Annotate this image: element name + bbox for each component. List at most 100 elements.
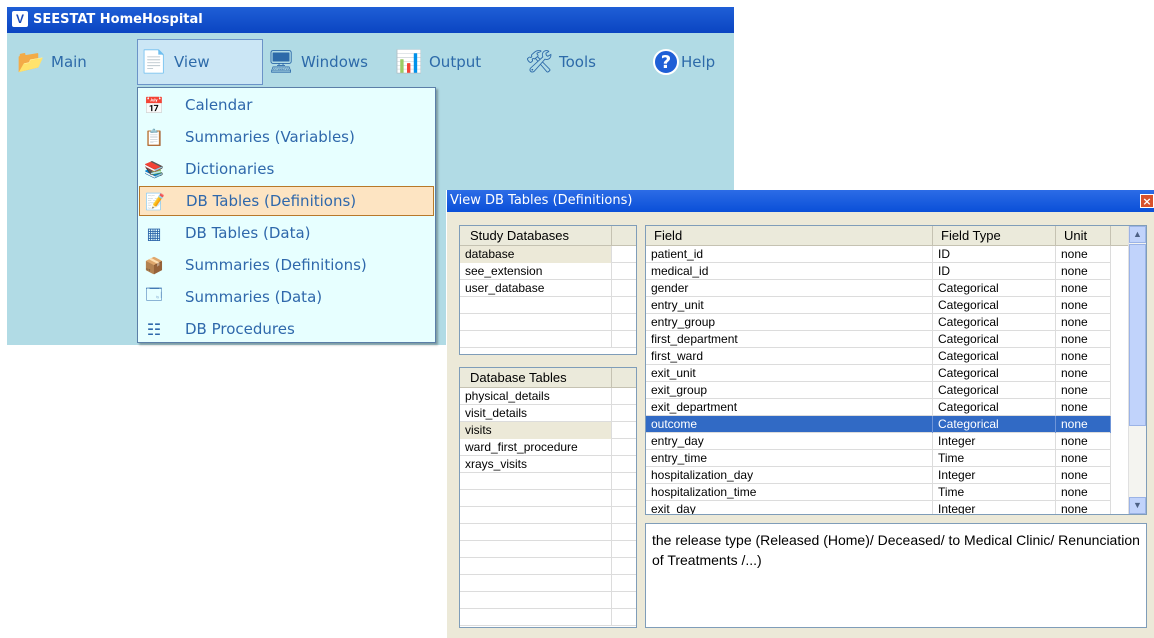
list-item-label: database [460,246,612,263]
table-row[interactable]: hospitalization_day Integer none [646,467,1111,484]
list-item[interactable]: ward_first_procedure [460,439,636,456]
view-menu-item[interactable]: 📋 Summaries (Variables) [139,122,434,152]
menu-label: Main [51,53,87,71]
field-name-cell: entry_time [646,450,933,467]
list-item-label: xrays_visits [460,456,612,473]
view-menu-item-label: Summaries (Definitions) [185,256,367,274]
column-header-unit[interactable]: Unit [1056,226,1111,246]
view-menu-item[interactable]: 📅 Calendar [139,90,434,120]
list-item-label: user_database [460,280,612,297]
list-item[interactable]: physical_details [460,388,636,405]
view-menu-item[interactable]: 📝 DB Tables (Definitions) [139,186,434,216]
database-tables-header: Database Tables [460,368,636,388]
table-row[interactable]: exit_unit Categorical none [646,365,1111,382]
table-row[interactable]: entry_group Categorical none [646,314,1111,331]
close-icon[interactable]: × [1140,194,1154,208]
list-item [460,331,636,348]
field-unit-cell: none [1056,280,1111,297]
table-row[interactable]: patient_id ID none [646,246,1111,263]
field-unit-cell: none [1056,263,1111,280]
menu-label: View [174,53,210,71]
table-row[interactable]: medical_id ID none [646,263,1111,280]
menu-tools[interactable]: 🛠 Tools [523,39,623,85]
view-menu-item[interactable]: ▦ DB Tables (Data) [139,218,434,248]
view-db-tables-dialog: View DB Tables (Definitions) × Study Dat… [446,190,1154,638]
field-type-cell: Integer [933,501,1056,514]
field-name-cell: outcome [646,416,933,433]
table-row[interactable]: first_ward Categorical none [646,348,1111,365]
menu-view[interactable]: 📄 View [137,39,263,85]
field-description-box[interactable]: the release type (Released (Home)/ Decea… [645,523,1147,628]
view-menu-item-label: Calendar [185,96,253,114]
list-item-label [460,314,612,331]
menu-windows[interactable]: 🖥 Windows [265,39,385,85]
table-row[interactable]: exit_department Categorical none [646,399,1111,416]
table-row[interactable]: entry_time Time none [646,450,1111,467]
list-item [460,314,636,331]
field-name-cell: hospitalization_time [646,484,933,501]
field-unit-cell: none [1056,433,1111,450]
study-databases-list[interactable]: Study Databases database see_extension use… [459,225,637,355]
list-item-label [460,592,612,609]
field-name-cell: first_department [646,331,933,348]
fields-table[interactable]: Field Field Type Unit patient_id ID none me… [645,225,1147,515]
list-item[interactable]: xrays_visits [460,456,636,473]
summaries-definitions-icon: 📦 [144,255,164,275]
view-menu-item-label: DB Tables (Definitions) [186,192,357,210]
list-item[interactable]: visits [460,422,636,439]
view-menu-item[interactable]: 📚 Dictionaries [139,154,434,184]
view-menu-item-label: DB Procedures [185,320,295,338]
list-item-label [460,473,612,490]
table-row[interactable]: hospitalization_time Time none [646,484,1111,501]
column-header-field-type[interactable]: Field Type [933,226,1056,246]
database-tables-list[interactable]: Database Tables physical_details visit_de… [459,367,637,628]
list-item[interactable]: visit_details [460,405,636,422]
field-unit-cell: none [1056,365,1111,382]
view-menu-item[interactable]: 🗔 Summaries (Data) [139,282,434,312]
field-unit-cell: none [1056,484,1111,501]
list-item[interactable]: see_extension [460,263,636,280]
table-row[interactable]: entry_day Integer none [646,433,1111,450]
field-name-cell: patient_id [646,246,933,263]
field-type-cell: Categorical [933,297,1056,314]
menu-main[interactable]: 📂 Main [15,39,125,85]
list-item[interactable]: user_database [460,280,636,297]
scroll-down-icon[interactable]: ▼ [1129,497,1146,514]
table-row[interactable]: entry_unit Categorical none [646,297,1111,314]
list-item [460,558,636,575]
view-menu-item[interactable]: 📦 Summaries (Definitions) [139,250,434,280]
list-item[interactable]: database [460,246,636,263]
column-header-field[interactable]: Field [646,226,933,246]
field-name-cell: exit_department [646,399,933,416]
table-row[interactable]: exit_group Categorical none [646,382,1111,399]
field-unit-cell: none [1056,416,1111,433]
scroll-thumb[interactable] [1129,244,1146,426]
list-item [460,609,636,626]
view-menu-item[interactable]: ☷ DB Procedures [139,314,434,344]
field-unit-cell: none [1056,399,1111,416]
study-databases-header-label: Study Databases [460,226,612,246]
table-row[interactable]: gender Categorical none [646,280,1111,297]
table-row[interactable]: exit_day Integer none [646,501,1111,514]
table-row[interactable]: first_department Categorical none [646,331,1111,348]
view-document-icon: 📄 [140,49,168,75]
menu-output[interactable]: 📊 Output [393,39,505,85]
list-item [460,524,636,541]
fields-vertical-scrollbar[interactable]: ▲ ▼ [1128,226,1146,514]
dialog-title-bar: View DB Tables (Definitions) × [447,190,1154,212]
field-type-cell: Integer [933,467,1056,484]
table-row[interactable]: outcome Categorical none [646,416,1111,433]
list-item [460,297,636,314]
dictionaries-icon: 📚 [144,159,164,179]
field-type-cell: Integer [933,433,1056,450]
view-menu-item-label: Summaries (Variables) [185,128,355,146]
list-item-label [460,575,612,592]
dialog-title: View DB Tables (Definitions) [450,193,633,208]
windows-icon: 🖥 [267,49,295,75]
field-name-cell: hospitalization_day [646,467,933,484]
field-description-text: the release type (Released (Home)/ Decea… [652,532,1140,568]
menu-help[interactable]: ? Help [653,39,733,85]
app-logo-icon: V [12,11,28,27]
tools-icon: 🛠 [525,49,553,75]
scroll-up-icon[interactable]: ▲ [1129,226,1146,243]
